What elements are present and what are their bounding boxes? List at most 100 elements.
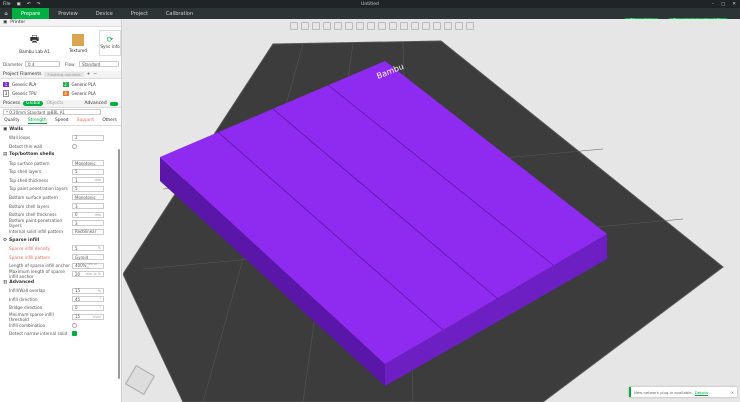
sync-info-button[interactable]: ⟳ Sync info [99,30,121,56]
infill-group: ⚙ Sparse infill [0,236,121,244]
tab-preview[interactable]: Preview [49,8,86,19]
setting-input[interactable]: Gyroid [72,254,104,261]
setting-input[interactable]: 15 mm² [72,313,104,320]
add-filament-icon[interactable]: + [87,72,91,77]
setting-input[interactable]: 400% mm or % [72,262,104,270]
tab-prepare[interactable]: Prepare [12,8,50,19]
remove-filament-icon[interactable]: − [93,72,97,77]
setting-input[interactable]: 5% [72,245,104,252]
process-preset-select[interactable]: * 0.20mm Standard @BBL A1 [3,109,101,116]
setting-input[interactable]: 15% [72,287,104,294]
filament-name: Generic TPU [12,91,37,96]
walls-icon: ▣ [3,127,8,133]
setting-row: Top shell layers 5 [0,167,121,176]
plate-name: Textured [69,47,87,53]
value: 5 [75,245,78,251]
setting-input[interactable]: 5 [72,168,104,175]
setting-input[interactable]: 1 mm [72,177,104,184]
minimize-button[interactable]: – [712,2,714,7]
unit: ° [99,297,101,302]
section-title: Project Filaments [3,72,42,77]
redo-icon[interactable]: ↷ [37,2,41,7]
filaments-header: Project Filaments Flushing volumes + − [0,71,121,79]
subtab-strength[interactable]: Strength [27,118,47,124]
shells-icon: ▤ [3,152,8,158]
objects-toggle[interactable]: Objects [46,101,63,106]
save-icon[interactable]: ▣ [17,2,21,7]
printer-selector[interactable]: 🖶 Bambu Lab A1 [12,32,57,54]
filament-name: Generic PLA [12,82,37,87]
subtab-speed[interactable]: Speed [55,118,68,123]
3d-viewport[interactable]: Bambu New network plug-in available. Deta… [123,19,740,402]
value: Standard [82,61,101,67]
setting-label: Infill direction [9,296,38,302]
setting-label: Maximum length of sparse infill anchor [9,269,65,280]
tab-calibration[interactable]: Calibration [157,8,202,19]
tab-label: Preview [58,10,78,17]
setting-input[interactable]: 0 ° [72,304,104,311]
flow-select[interactable]: Standard [79,61,119,67]
file-menu[interactable]: File [3,2,11,7]
setting-input[interactable]: 3 [72,203,104,210]
close-button[interactable]: ✕ [732,2,736,7]
unit: % [97,288,101,293]
value: 2 [75,135,78,141]
subtab-support[interactable]: Support [77,118,94,123]
subtab-quality[interactable]: Quality [4,118,19,123]
filament-4[interactable]: 4 Generic PLA [62,90,119,97]
advanced-icon: ▥ [3,280,8,285]
unit: mm [94,178,101,183]
setting-input[interactable]: 3 [72,220,104,227]
advanced-switch[interactable] [109,101,118,106]
filament-name: Generic PLA [71,82,96,87]
group-title: Sparse infill [9,237,40,243]
setting-row: Sparse infill density 5% [0,244,121,253]
setting-row: Detect narrow internal solid [0,329,121,338]
toast-link[interactable]: Details [695,390,708,395]
diameter-select[interactable]: 0.4 [25,61,60,67]
setting-checkbox[interactable] [72,143,77,149]
setting-row: Detect thin wall [0,142,121,151]
setting-row: Bottom surface pattern Monotonic [0,193,121,202]
filament-1[interactable]: 1 Generic PLA [3,82,59,87]
value: Rectilinear [75,229,97,235]
walls-group: ▣ Walls [0,126,121,134]
subtab-others[interactable]: Others [102,118,116,123]
setting-label: Top shell layers [9,169,42,175]
setting-input[interactable]: 5 [72,185,104,192]
global-toggle[interactable]: Global [23,101,44,106]
setting-input[interactable]: 0 mm [72,211,104,218]
setting-checkbox[interactable] [72,322,77,328]
advanced-group: ▥ Advanced [0,279,121,287]
setting-checkbox[interactable] [72,331,77,337]
setting-input[interactable]: Rectilinear [72,228,104,235]
setting-label: Bottom surface pattern [9,194,58,200]
setting-label: Minimum sparse infill threshold [9,311,54,322]
sidebar-scrollbar[interactable] [118,149,120,379]
value: 45 [75,296,81,302]
value: 15 [75,314,81,320]
setting-input[interactable]: 45 ° [72,296,104,303]
setting-input[interactable]: 20 mm or % [72,271,104,278]
filament-3[interactable]: 3 Generic TPU [3,90,59,97]
setting-input[interactable]: 2 [72,134,104,141]
close-icon[interactable]: ✕ [731,390,734,395]
tab-project[interactable]: Project [122,8,157,19]
filament-2[interactable]: 2 Generic PLA [62,82,119,87]
setting-input[interactable]: Monotonic [72,160,104,167]
tab-device[interactable]: Device [87,8,122,19]
setting-label: Sparse infill density [9,245,51,251]
setting-row: Maximum length of sparse infill anchor 20… [0,269,121,280]
group-title: Walls [9,127,23,133]
plate-selector[interactable]: Textured [63,33,93,53]
build-plate-scene: Bambu [123,40,724,402]
diameter-label: Diameter [3,61,23,67]
setting-input[interactable]: Monotonic [72,194,104,201]
printer-section-header: ▣ Printer [0,19,121,27]
plate-texture-icon [72,33,84,46]
advanced-label: Advanced [84,101,107,106]
maximize-button[interactable]: ▢ [721,2,725,7]
undo-icon[interactable]: ↶ [27,2,31,7]
home-icon[interactable]: ⌂ [0,8,12,19]
flushing-button[interactable]: Flushing volumes [44,72,84,77]
